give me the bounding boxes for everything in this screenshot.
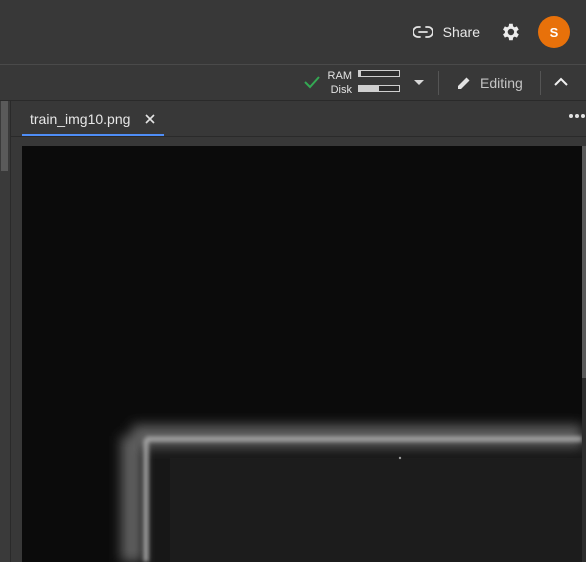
share-label: Share: [442, 24, 480, 40]
check-icon: [304, 76, 320, 89]
preview-image: [22, 146, 582, 562]
link-icon: [412, 26, 433, 38]
disk-label: Disk: [330, 84, 352, 96]
close-icon[interactable]: [144, 113, 156, 125]
chevron-up-icon[interactable]: [553, 75, 569, 89]
tab-label: train_img10.png: [30, 111, 131, 127]
viewer-scrollbar-thumb[interactable]: [582, 146, 586, 378]
gear-icon[interactable]: [499, 21, 521, 43]
ram-label: RAM: [327, 70, 352, 82]
resource-labels[interactable]: RAM Disk: [326, 69, 352, 97]
resources-dropdown-icon[interactable]: [414, 80, 424, 85]
ram-usage-fill: [359, 71, 361, 76]
tab-train-img10[interactable]: train_img10.png: [22, 105, 164, 136]
disk-usage-fill: [359, 86, 379, 91]
ram-usage-bar[interactable]: [358, 70, 400, 77]
avatar[interactable]: S: [538, 16, 570, 48]
editing-label: Editing: [480, 75, 523, 91]
left-scrollbar-thumb[interactable]: [1, 101, 8, 171]
pencil-icon: [458, 77, 470, 89]
image-preview: [22, 146, 582, 562]
toolbar-separator: [438, 71, 439, 95]
toolbar-separator: [540, 71, 541, 95]
editing-button[interactable]: Editing: [456, 73, 523, 93]
more-options-icon[interactable]: [569, 114, 586, 120]
avatar-initial: S: [549, 24, 559, 40]
share-button[interactable]: Share: [412, 20, 480, 44]
tab-bar-divider: [11, 136, 586, 137]
disk-usage-bar[interactable]: [358, 85, 400, 92]
